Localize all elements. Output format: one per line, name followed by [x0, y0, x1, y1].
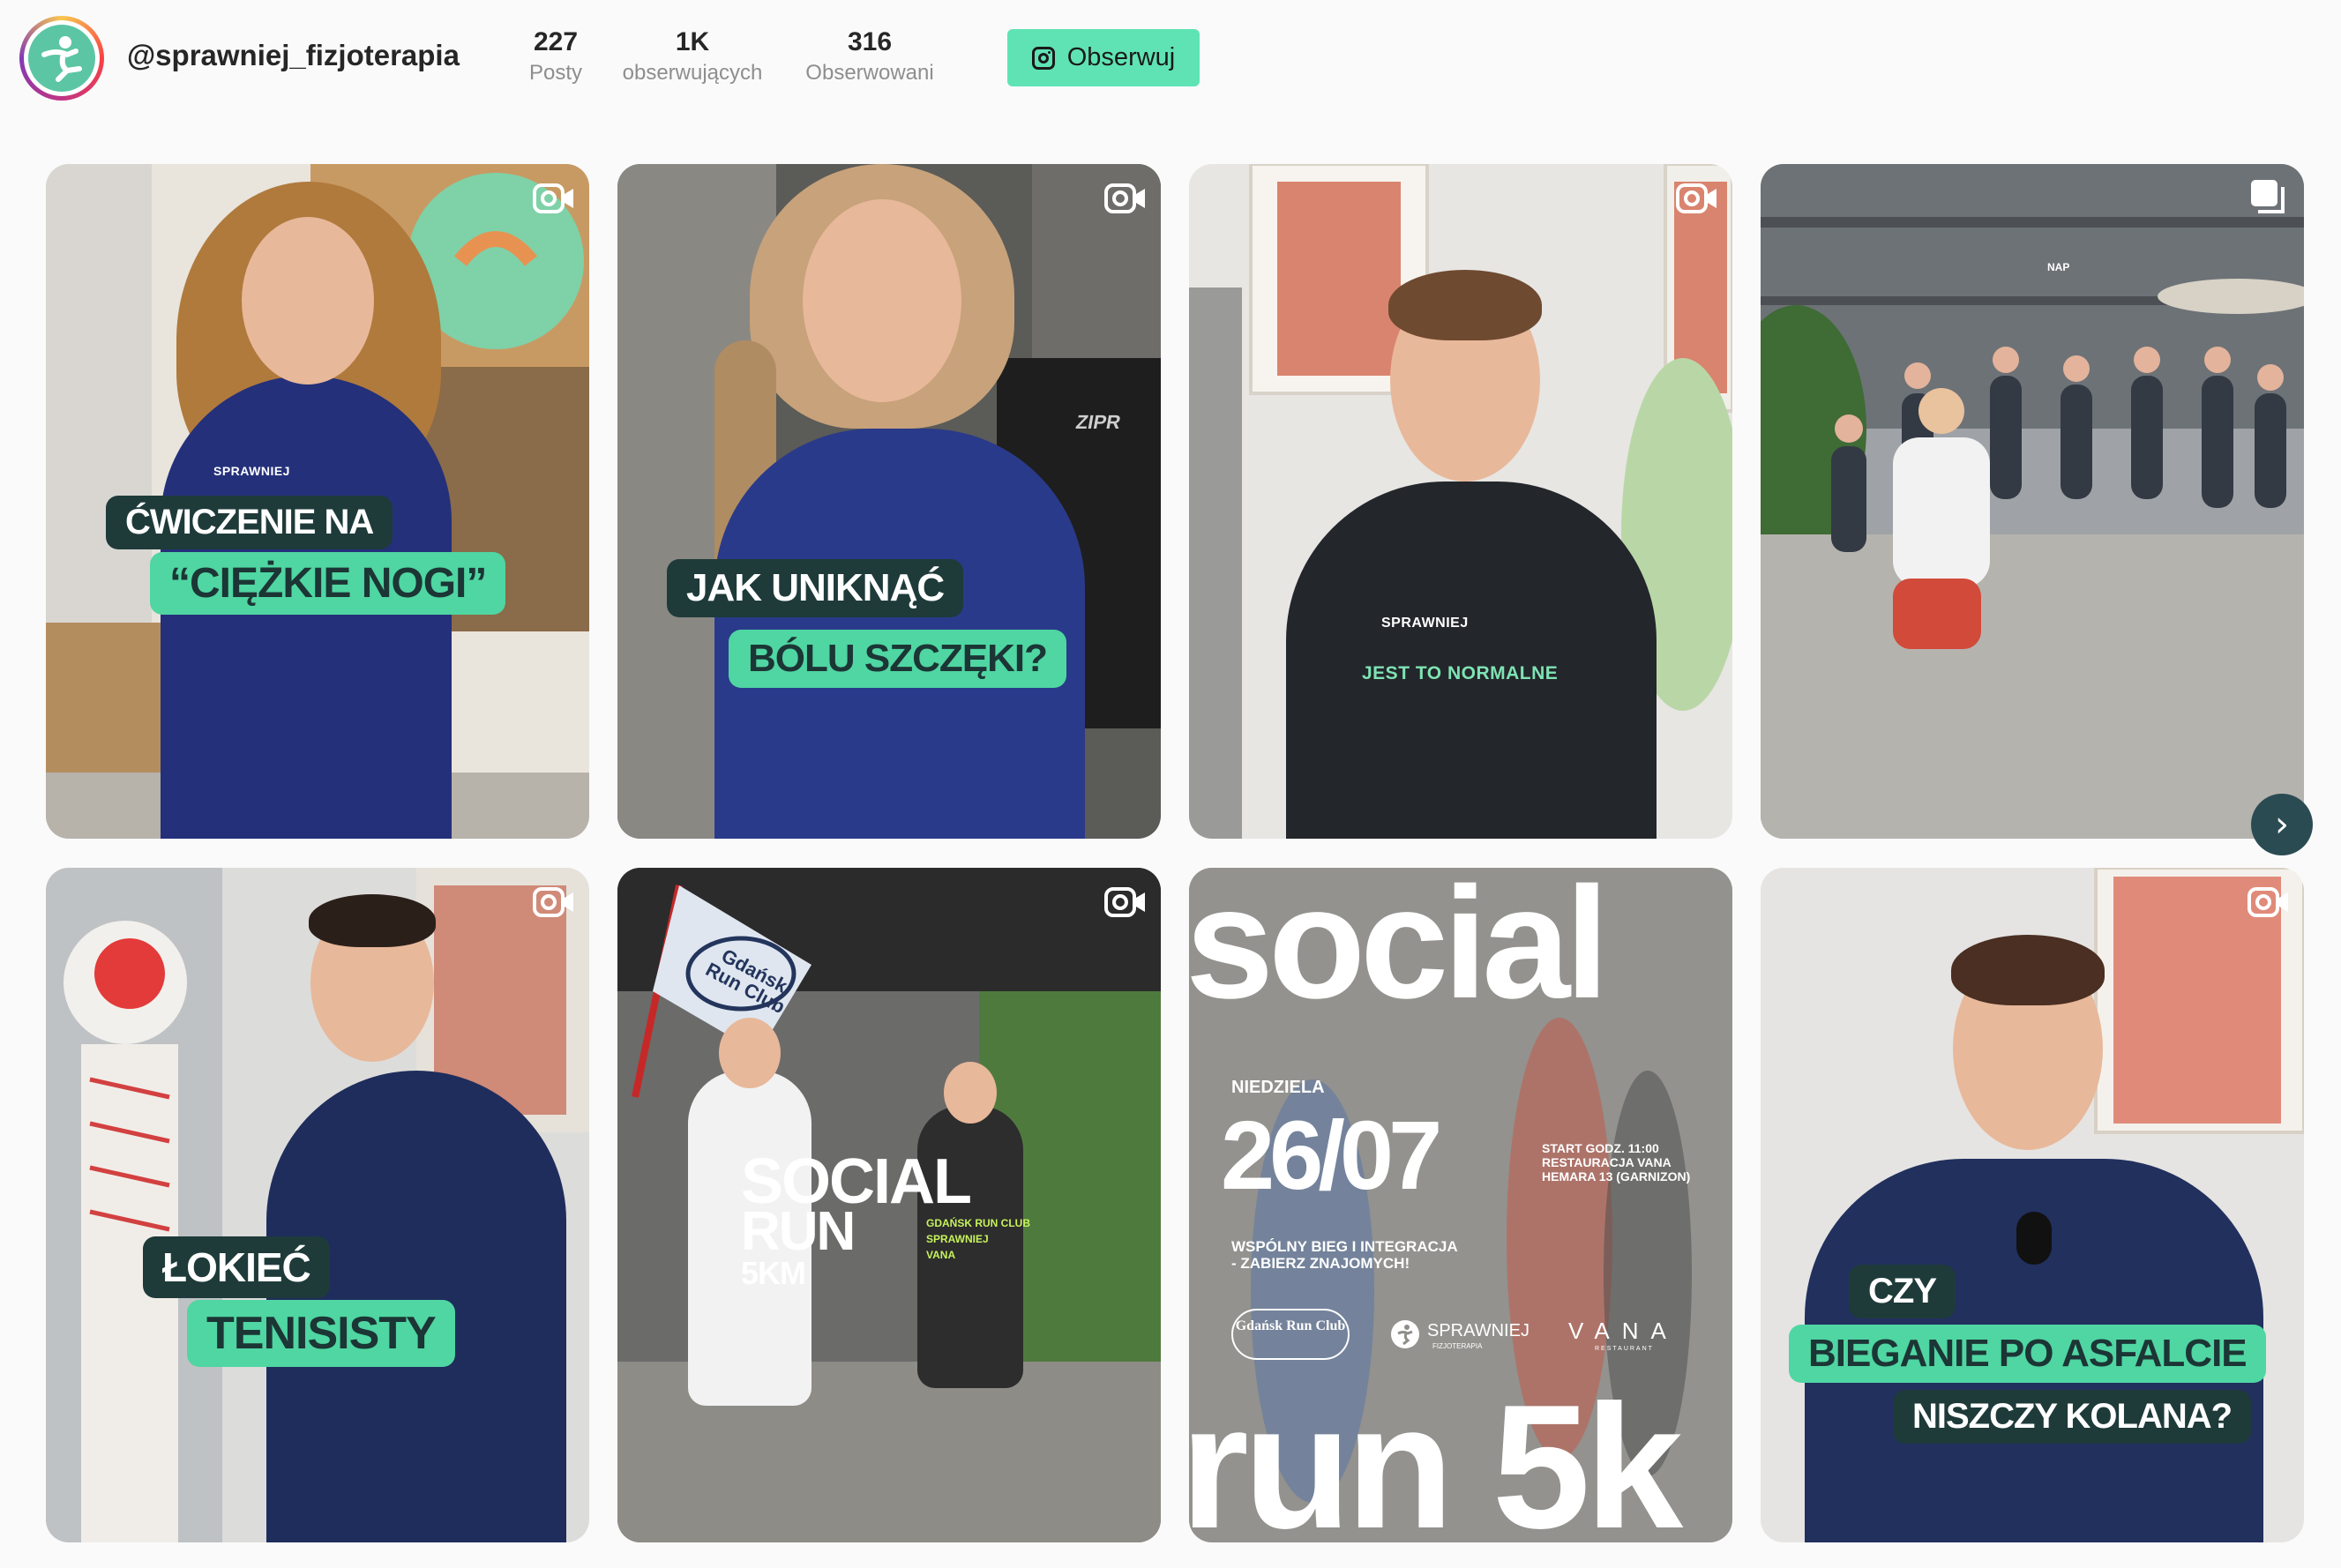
follow-button-label: Obserwuj [1066, 43, 1176, 71]
post-tile-1[interactable]: SPRAWNIEJ ĆWICZENIE NA “CIĘŻKIE NOGI” [46, 164, 589, 839]
profile-username[interactable]: @sprawniej_fizjoterapia [127, 39, 460, 72]
post-8-caption-line-3: NISZCZY KOLANA? [1893, 1390, 2252, 1444]
person [1286, 482, 1657, 839]
post-1-caption-line-2: “CIĘŻKIE NOGI” [150, 552, 506, 615]
chevron-right-icon: › [2275, 804, 2289, 845]
post-3-caption: JEST TO NORMALNE [1362, 663, 1559, 683]
runner-logo-icon [1391, 1320, 1419, 1348]
post-tile-7[interactable]: social NIEDZIELA 26/07 START GODZ. 11:00… [1189, 868, 1732, 1542]
post-7-tagline: WSPÓLNY BIEG I INTEGRACJA - ZABIERZ ZNAJ… [1231, 1238, 1458, 1272]
reel-icon [1104, 885, 1147, 919]
reel-icon [1676, 182, 1718, 215]
microphone-icon [2016, 1212, 2052, 1265]
stat-following-label: Obserwowani [805, 61, 934, 85]
stat-followers[interactable]: 1K obserwujących [616, 26, 769, 88]
profile-avatar[interactable] [19, 16, 104, 101]
reel-icon [533, 885, 575, 919]
post-tile-2[interactable]: ZIPR JAK UNIKNĄĆ BÓLU SZCZĘKI? [617, 164, 1161, 839]
next-arrow-button[interactable]: › [2251, 794, 2313, 855]
profile-header: @sprawniej_fizjoterapia 227 Posty 1K obs… [0, 0, 2341, 123]
post-5-caption-line-1: ŁOKIEĆ [143, 1236, 330, 1298]
post-tile-8[interactable]: CZY BIEGANIE PO ASFALCIE NISZCZY KOLANA? [1761, 868, 2304, 1542]
post-7-title-bottom: run 5k [1189, 1369, 1683, 1543]
stat-posts-label: Posty [528, 61, 583, 85]
instagram-icon [1031, 46, 1055, 70]
runner-logo-icon [28, 25, 95, 92]
post-2-caption-line-1: JAK UNIKNĄĆ [667, 559, 964, 617]
post-6-title-line-3: 5KM [741, 1255, 806, 1291]
post-tile-4[interactable]: NAP [1761, 164, 2304, 839]
post-8-caption-line-1: CZY [1849, 1265, 1956, 1318]
post-7-day: NIEDZIELA [1231, 1078, 1325, 1097]
group-exercise-people [1831, 347, 2286, 649]
reel-icon [1104, 182, 1147, 215]
post-7-details: START GODZ. 11:00 RESTAURACJA VANA HEMAR… [1542, 1141, 1691, 1183]
post-2-caption-line-2: BÓLU SZCZĘKI? [729, 630, 1066, 688]
post-1-caption-line-1: ĆWICZENIE NA [106, 496, 393, 549]
carousel-icon [2251, 180, 2285, 213]
stat-posts: 227 Posty [519, 26, 593, 88]
reel-icon [2248, 885, 2290, 919]
partner-logo-gdansk-run-club: Gdańsk Run Club [1231, 1309, 1350, 1360]
post-6-title-line-2: RUN [741, 1201, 856, 1262]
stat-followers-value: 1K [675, 27, 710, 56]
post-8-caption-line-2: BIEGANIE PO ASFALCIE [1789, 1325, 2266, 1383]
reel-icon [533, 182, 575, 215]
stat-following[interactable]: 316 Obserwowani [801, 26, 939, 88]
post-tile-5[interactable]: ŁOKIEĆ TENISISTY [46, 868, 589, 1542]
stat-followers-label: obserwujących [622, 61, 763, 85]
stat-posts-value: 227 [533, 27, 579, 56]
follow-button[interactable]: Obserwuj [1007, 29, 1200, 86]
post-5-caption-line-2: TENISISTY [187, 1300, 455, 1367]
post-tile-6[interactable]: Gdańsk Run Club SOCIAL RUN 5KM GDAŃSK RU… [617, 868, 1161, 1542]
stat-following-value: 316 [847, 27, 893, 56]
post-7-date: 26/07 [1221, 1101, 1442, 1210]
post-7-title-top: social [1189, 868, 1609, 1032]
post-tile-3[interactable]: SPRAWNIEJ JEST TO NORMALNE [1189, 164, 1732, 839]
